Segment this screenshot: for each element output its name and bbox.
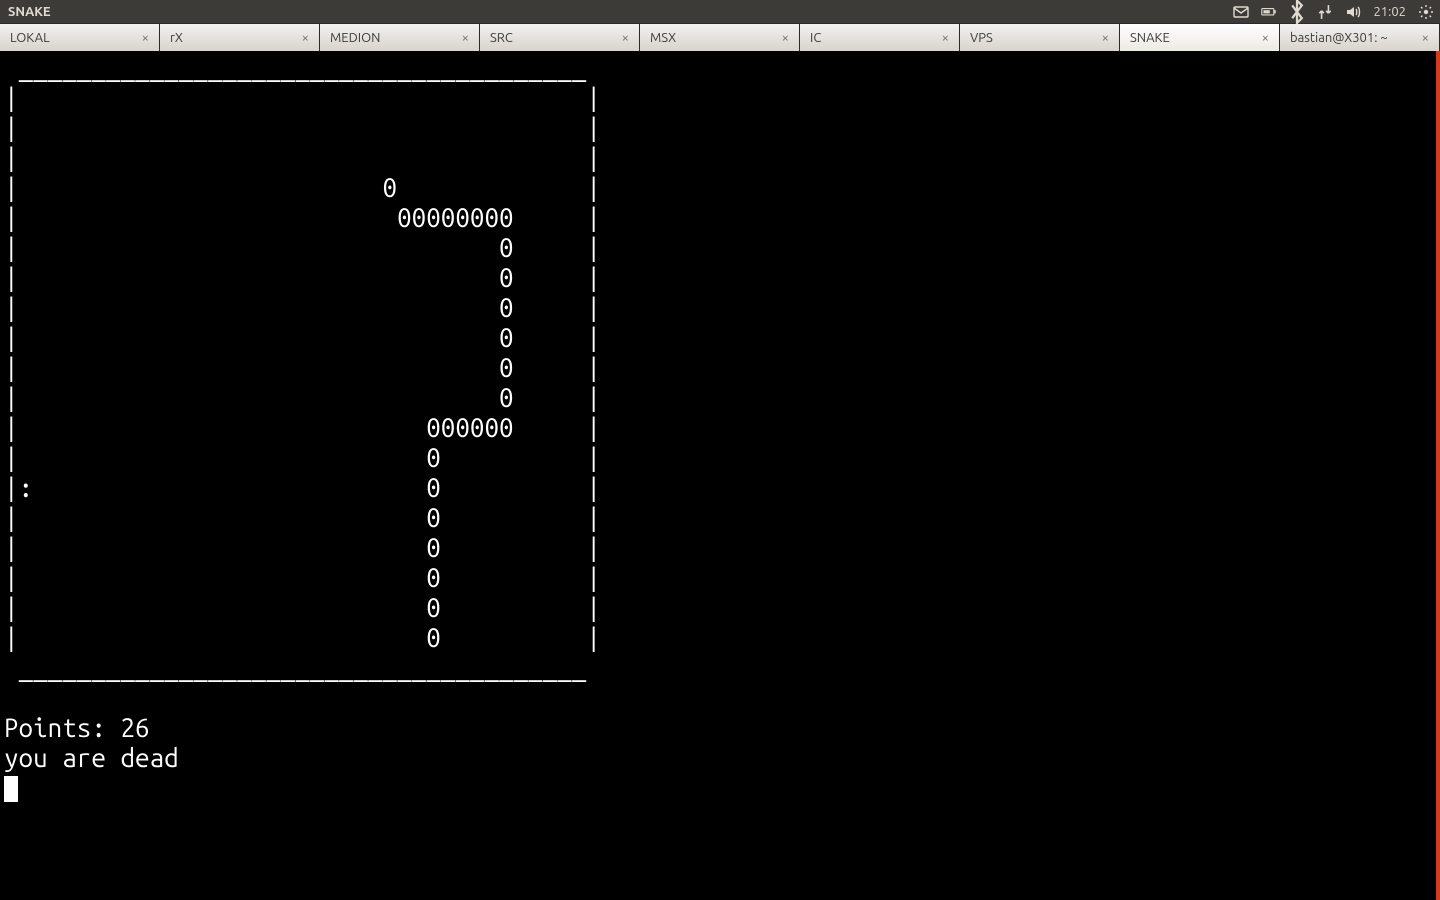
tab-label: SRC xyxy=(490,31,513,45)
tab-src[interactable]: SRC × xyxy=(480,24,640,52)
tab-lokal[interactable]: LOKAL × xyxy=(0,24,160,52)
system-tray: 21:02 xyxy=(1233,0,1434,23)
tab-close-icon[interactable]: × xyxy=(300,31,311,45)
tab-close-icon[interactable]: × xyxy=(780,31,791,45)
tab-bar: LOKAL×rX×MEDION×SRC×MSX×IC×VPS×SNAKE×bas… xyxy=(0,23,1440,52)
terminal-cursor xyxy=(4,776,18,802)
bluetooth-icon[interactable] xyxy=(1289,4,1305,20)
menubar: SNAKE 21:02 xyxy=(0,0,1440,23)
mail-icon[interactable] xyxy=(1233,4,1249,20)
tab-close-icon[interactable]: × xyxy=(940,31,951,45)
tab-label: bastian@X301: ~ xyxy=(1290,31,1388,45)
tab-ic[interactable]: IC × xyxy=(800,24,960,52)
tab-label: LOKAL xyxy=(10,31,50,45)
tab-label: MSX xyxy=(650,31,676,45)
tab-close-icon[interactable]: × xyxy=(460,31,471,45)
tab-msx[interactable]: MSX × xyxy=(640,24,800,52)
clock[interactable]: 21:02 xyxy=(1373,5,1406,19)
tab-label: IC xyxy=(810,31,821,45)
tab-label: rX xyxy=(170,31,183,45)
tab-label: SNAKE xyxy=(1130,31,1170,45)
tab-vps[interactable]: VPS × xyxy=(960,24,1120,52)
tab-bastian-x301-[interactable]: bastian@X301: ~ × xyxy=(1280,24,1440,52)
window-title: SNAKE xyxy=(0,5,59,19)
tab-close-icon[interactable]: × xyxy=(620,31,631,45)
tab-rx[interactable]: rX × xyxy=(160,24,320,52)
right-edge-indicator xyxy=(1436,51,1440,900)
network-icon[interactable] xyxy=(1317,4,1333,20)
tab-label: VPS xyxy=(970,31,993,45)
session-gear-icon[interactable] xyxy=(1418,4,1434,20)
tab-label: MEDION xyxy=(330,31,380,45)
tab-close-icon[interactable]: × xyxy=(1420,31,1431,45)
battery-icon[interactable] xyxy=(1261,4,1277,20)
tab-close-icon[interactable]: × xyxy=(1100,31,1111,45)
tab-close-icon[interactable]: × xyxy=(140,31,151,45)
tab-snake[interactable]: SNAKE × xyxy=(1120,24,1280,52)
volume-icon[interactable] xyxy=(1345,4,1361,20)
terminal[interactable]: _______________________________________ … xyxy=(0,51,1440,900)
tab-close-icon[interactable]: × xyxy=(1260,31,1271,45)
tab-medion[interactable]: MEDION × xyxy=(320,24,480,52)
